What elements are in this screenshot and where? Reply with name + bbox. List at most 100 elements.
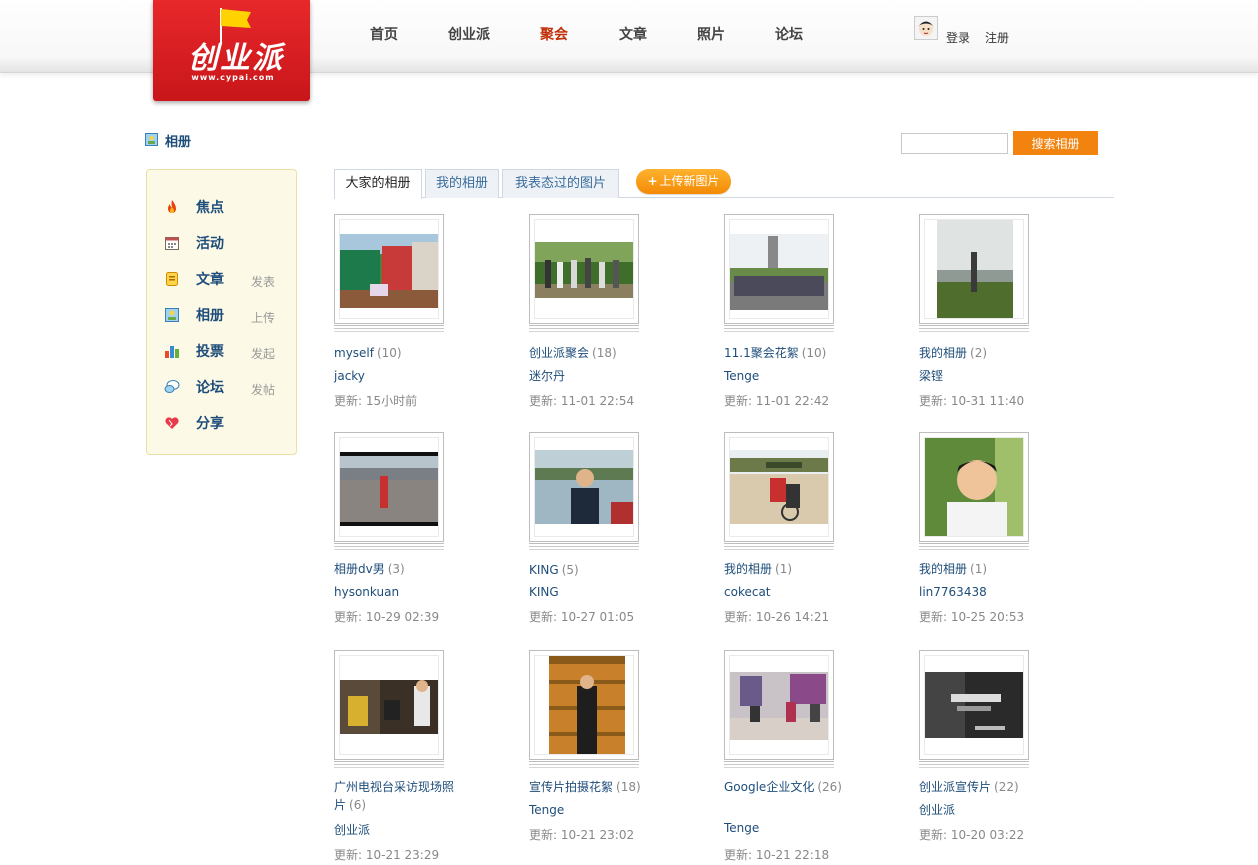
new-post-link[interactable]: 发帖 [251, 381, 275, 398]
album-owner[interactable]: 迷尔丹 [529, 367, 565, 384]
plus-icon: + [647, 174, 658, 188]
album-title[interactable]: Google企业文化 (26) [724, 778, 854, 796]
fire-icon [168, 200, 176, 213]
photo-lakeside-icon [937, 220, 1013, 318]
publish-article-link[interactable]: 发表 [251, 273, 275, 290]
album-thumbnail[interactable] [919, 650, 1029, 760]
album-title[interactable]: 相册dv男 (3) [334, 560, 464, 578]
album-title[interactable]: 创业派聚会 (18) [529, 344, 659, 362]
album-thumbnail[interactable] [919, 432, 1029, 542]
album-card[interactable]: 我的相册 (1) lin7763438 更新: 10-25 20:53 [919, 432, 1069, 647]
album-card[interactable]: myself (10) jacky 更新: 15小时前 [334, 214, 484, 429]
album-thumbnail[interactable] [529, 432, 639, 542]
album-owner[interactable]: Tenge [529, 803, 564, 817]
album-thumbnail[interactable] [334, 650, 444, 760]
album-title[interactable]: 我的相册 (2) [919, 344, 1049, 362]
sidebar-item-forum[interactable]: 论坛 发帖 [164, 377, 284, 397]
album-owner[interactable]: jacky [334, 369, 365, 383]
nav-articles[interactable]: 文章 [619, 24, 647, 44]
album-card[interactable]: Google企业文化 (26) Tenge 更新: 10-21 22:18 [724, 650, 874, 865]
album-updated: 更新: 10-31 11:40 [919, 394, 1025, 408]
upload-photo-label: 上传新图片 [659, 174, 720, 188]
upload-link[interactable]: 上传 [251, 309, 275, 326]
chart-icon [165, 346, 179, 358]
photo-rickshaw-icon [730, 450, 828, 524]
start-vote-link[interactable]: 发起 [251, 345, 275, 362]
photo-bookshelf-icon [549, 656, 625, 754]
album-thumbnail[interactable] [334, 214, 444, 324]
album-card[interactable]: 我的相册 (2) 梁铿 更新: 10-31 11:40 [919, 214, 1069, 429]
album-owner[interactable]: Tenge [724, 369, 759, 383]
album-title[interactable]: 宣传片拍摄花絮 (18) [529, 778, 659, 796]
avatar-icon [914, 16, 938, 40]
album-card[interactable]: 宣传片拍摄花絮 (18) Tenge 更新: 10-21 23:02 [529, 650, 679, 865]
site-logo[interactable]: 创业派 www.cypai.com [153, 0, 310, 101]
sidebar-item-label: 相册 [196, 308, 224, 324]
tab-rated-photos[interactable]: 我表态过的图片 [502, 169, 619, 198]
nav-gathering[interactable]: 聚会 [540, 24, 568, 44]
login-link[interactable]: 登录 [946, 29, 970, 46]
tab-my-albums[interactable]: 我的相册 [425, 169, 499, 198]
sidebar-item-events[interactable]: 活动 [164, 233, 284, 253]
photo-market-icon [340, 234, 438, 308]
search-album-button[interactable]: 搜索相册 [1013, 131, 1098, 155]
album-updated: 更新: 10-29 02:39 [334, 610, 440, 624]
album-thumbnail[interactable] [529, 650, 639, 760]
album-title[interactable]: 创业派宣传片 (22) [919, 778, 1049, 796]
album-owner[interactable]: 创业派 [919, 801, 955, 818]
nav-photos[interactable]: 照片 [697, 24, 725, 44]
album-icon [165, 308, 179, 322]
album-icon [145, 133, 158, 146]
album-thumbnail[interactable] [919, 214, 1029, 324]
nav-chuangyepai[interactable]: 创业派 [448, 24, 490, 44]
album-title[interactable]: 广州电视台采访现场照片 (6) [334, 778, 464, 814]
album-thumbnail[interactable] [724, 432, 834, 542]
album-title[interactable]: myself (10) [334, 344, 464, 362]
album-title[interactable]: KING (5) [529, 561, 659, 579]
article-icon [166, 272, 178, 286]
album-updated: 更新: 10-21 23:02 [529, 828, 635, 842]
album-owner[interactable]: cokecat [724, 585, 771, 599]
album-title[interactable]: 我的相册 (1) [919, 560, 1049, 578]
album-thumbnail[interactable] [529, 214, 639, 324]
album-card[interactable]: 相册dv男 (3) hysonkuan 更新: 10-29 02:39 [334, 432, 484, 647]
album-card[interactable]: 我的相册 (1) cokecat 更新: 10-26 14:21 [724, 432, 874, 647]
album-card[interactable]: 创业派聚会 (18) 迷尔丹 更新: 11-01 22:54 [529, 214, 679, 429]
album-owner[interactable]: KING [529, 585, 559, 599]
sidebar: 焦点 活动 文章 发表 相册 上传 投票 发起 论坛 发帖 分享 [146, 169, 297, 455]
nav-home[interactable]: 首页 [370, 24, 398, 44]
sidebar-item-label: 投票 [196, 344, 224, 360]
sidebar-item-articles[interactable]: 文章 发表 [164, 269, 284, 289]
tab-everyone-albums[interactable]: 大家的相册 [334, 169, 422, 199]
photo-portrait-icon [925, 438, 1023, 536]
album-card[interactable]: 11.1聚会花絮 (10) Tenge 更新: 11-01 22:42 [724, 214, 874, 429]
register-link[interactable]: 注册 [985, 29, 1009, 46]
album-owner[interactable]: 梁铿 [919, 367, 943, 384]
album-card[interactable]: 创业派宣传片 (22) 创业派 更新: 10-20 03:22 [919, 650, 1069, 865]
album-card[interactable]: KING (5) KING 更新: 10-27 01:05 [529, 432, 679, 647]
upload-photo-button[interactable]: + 上传新图片 [636, 169, 731, 194]
search-input[interactable] [901, 133, 1008, 154]
album-title[interactable]: 我的相册 (1) [724, 560, 854, 578]
logo-url: www.cypai.com [191, 73, 275, 82]
sidebar-item-share[interactable]: 分享 [164, 413, 284, 433]
album-owner[interactable]: Tenge [724, 821, 759, 835]
sidebar-item-label: 论坛 [196, 380, 224, 396]
sidebar-item-albums[interactable]: 相册 上传 [164, 305, 284, 325]
album-thumbnail[interactable] [724, 214, 834, 324]
nav-forum[interactable]: 论坛 [775, 24, 803, 44]
album-thumbnail[interactable] [724, 650, 834, 760]
sidebar-item-focus[interactable]: 焦点 [164, 197, 284, 217]
logo-text: 创业派 [188, 41, 284, 76]
album-updated: 更新: 15小时前 [334, 394, 418, 408]
sidebar-item-vote[interactable]: 投票 发起 [164, 341, 284, 361]
album-thumbnail[interactable] [334, 432, 444, 542]
album-updated: 更新: 10-26 14:21 [724, 610, 830, 624]
forum-icon [164, 380, 180, 393]
album-owner[interactable]: lin7763438 [919, 585, 987, 599]
sidebar-item-label: 分享 [196, 416, 224, 432]
album-owner[interactable]: 创业派 [334, 821, 370, 838]
album-title[interactable]: 11.1聚会花絮 (10) [724, 344, 854, 362]
album-owner[interactable]: hysonkuan [334, 585, 399, 599]
album-card[interactable]: 广州电视台采访现场照片 (6) 创业派 更新: 10-21 23:29 [334, 650, 484, 865]
